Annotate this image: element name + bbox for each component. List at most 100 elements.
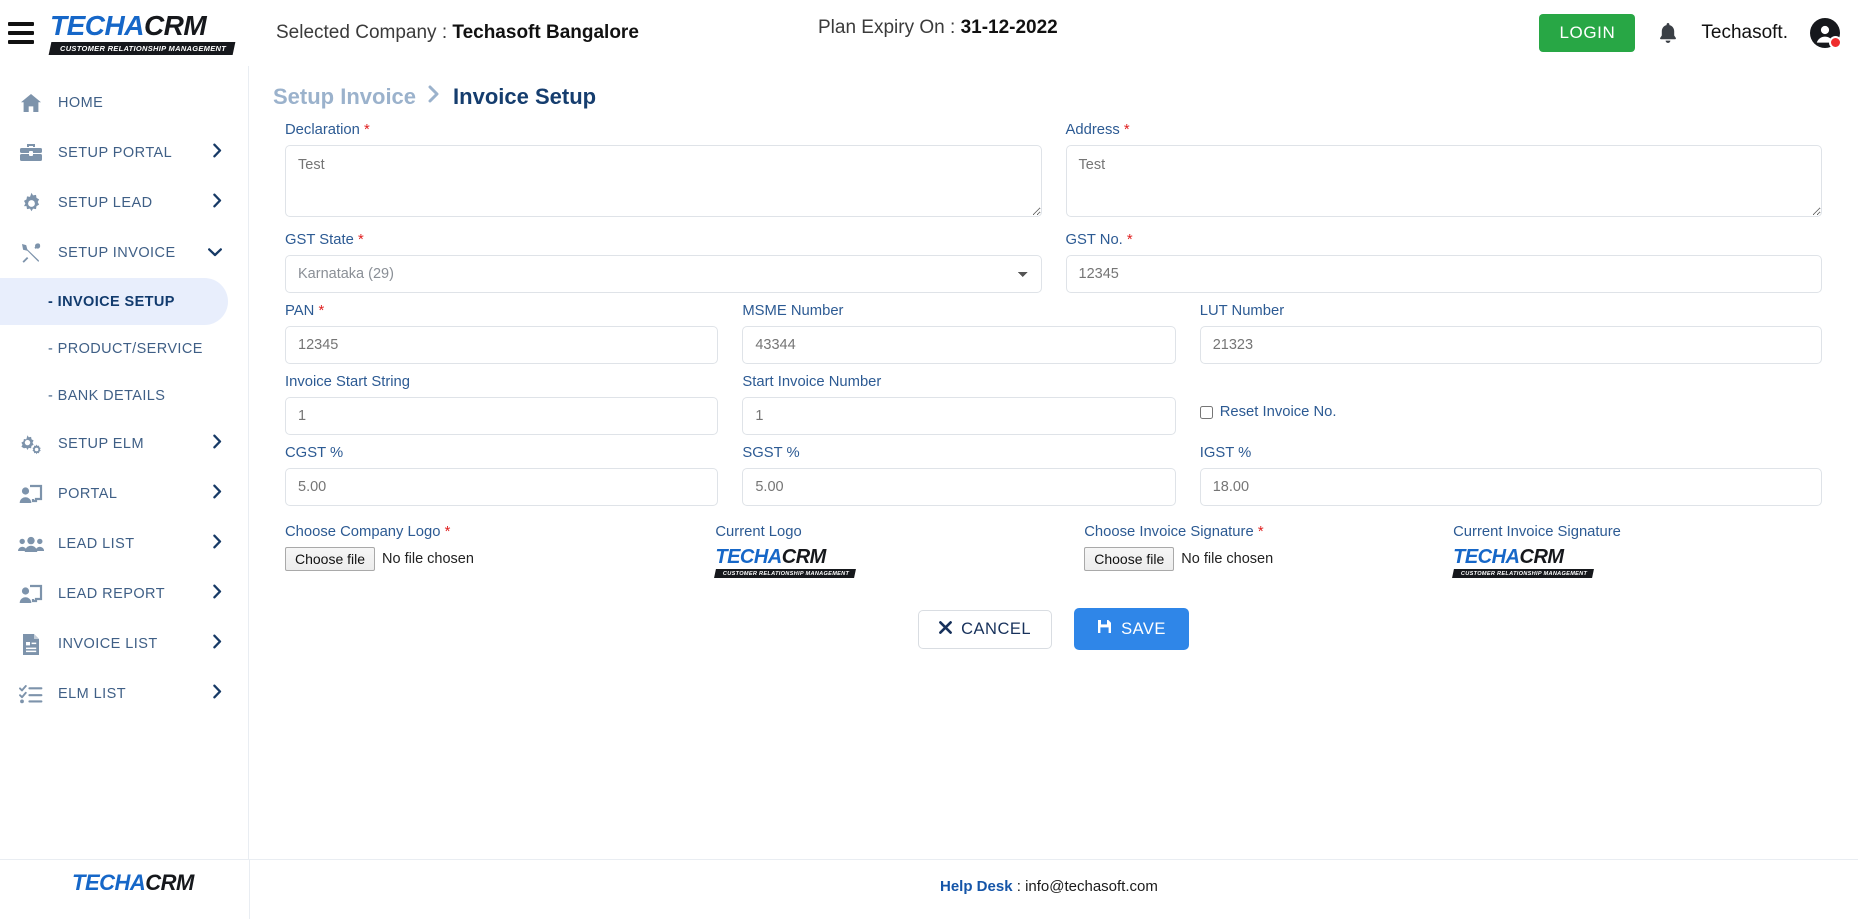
gst-state-select[interactable]: Karnataka (29) [285, 255, 1042, 293]
company-logo-label: Choose Company Logo * [285, 524, 451, 540]
breadcrumb-parent[interactable]: Setup Invoice [273, 84, 416, 110]
plan-expiry-value: 31-12-2022 [960, 17, 1058, 38]
app-logo-text-primary: TECHA [50, 9, 144, 41]
field-sgst: SGST % [730, 445, 1187, 506]
form-row-declaration-address: Declaration * Address * [273, 122, 1834, 232]
footer-logo: TECHACRM [72, 870, 194, 895]
portal-user-icon [14, 581, 48, 607]
save-button[interactable]: SAVE [1074, 608, 1189, 650]
cgst-input[interactable] [285, 468, 719, 506]
sidebar-item-portal[interactable]: PORTAL [0, 469, 248, 519]
reset-invoice-no-checkbox[interactable] [1199, 405, 1213, 419]
users-icon [14, 531, 48, 557]
required-marker: * [1123, 122, 1130, 138]
msme-number-label: MSME Number [742, 303, 844, 319]
cgst-label: CGST % [285, 445, 344, 461]
chevron-right-icon [213, 584, 222, 604]
close-x-icon [939, 620, 953, 639]
invoice-start-string-input[interactable] [285, 397, 719, 435]
invoice-start-string-label: Invoice Start String [285, 374, 411, 390]
declaration-textarea[interactable] [285, 145, 1042, 217]
app-logo-text: TECHACRM [50, 9, 207, 41]
field-reset-invoice-no: Reset Invoice No. [1188, 374, 1834, 435]
help-desk: Help Desk : info@techasoft.com [940, 878, 1158, 895]
msme-number-input[interactable] [742, 326, 1176, 364]
form-row-uploads: Choose Company Logo * Choose file No fil… [273, 516, 1834, 578]
checklist-icon [14, 681, 48, 707]
sidebar-item-elm-list[interactable]: ELM LIST [0, 669, 248, 719]
required-marker: * [318, 303, 325, 319]
address-textarea[interactable] [1065, 145, 1822, 217]
document-icon [14, 631, 48, 657]
start-invoice-number-input[interactable] [742, 397, 1176, 435]
form-row-pan-msme-lut: PAN * MSME Number LUT Number [273, 303, 1834, 374]
gears-icon [14, 431, 48, 457]
start-invoice-number-label: Start Invoice Number [742, 374, 882, 390]
cancel-button-label: CANCEL [961, 619, 1032, 638]
footer-divider [249, 860, 250, 919]
chevron-right-icon [213, 434, 222, 454]
sidebar-item-setup-invoice[interactable]: SETUP INVOICE [0, 228, 248, 278]
home-icon [14, 90, 48, 116]
form-actions: CANCEL SAVE [273, 608, 1834, 650]
field-gst-state: GST State * Karnataka (29) [273, 232, 1054, 293]
sgst-input[interactable] [742, 468, 1176, 506]
igst-input[interactable] [1199, 468, 1822, 506]
sidebar-item-bank-details[interactable]: - BANK DETAILS [0, 372, 248, 419]
sidebar-subitem-label: - BANK DETAILS [48, 387, 166, 404]
cancel-button[interactable]: CANCEL [918, 609, 1053, 649]
field-address: Address * [1054, 122, 1835, 222]
user-avatar-icon[interactable] [1810, 18, 1842, 49]
sidebar-item-setup-portal[interactable]: SETUP PORTAL [0, 128, 248, 178]
chevron-right-icon [213, 534, 222, 554]
invoice-signature-choose-file-button[interactable]: Choose file [1084, 547, 1175, 571]
sidebar-item-setup-elm[interactable]: SETUP ELM [0, 419, 248, 469]
help-desk-email[interactable]: info@techasoft.com [1025, 878, 1158, 895]
invoice-signature-file-input[interactable]: Choose file No file chosen [1084, 547, 1453, 571]
field-declaration: Declaration * [273, 122, 1054, 222]
reset-invoice-no-label[interactable]: Reset Invoice No. [1220, 404, 1337, 420]
footer: TECHACRM Help Desk : info@techasoft.com [0, 859, 1858, 919]
company-logo-file-input[interactable]: Choose file No file chosen [285, 547, 715, 571]
help-desk-label: Help Desk [940, 878, 1013, 895]
gst-no-input[interactable] [1065, 255, 1822, 293]
field-lut-number: LUT Number [1188, 303, 1834, 364]
sidebar-item-label: ELM LIST [58, 686, 127, 702]
selected-company-label: Selected Company : [276, 22, 448, 43]
sidebar-subitem-label: - PRODUCT/SERVICE [48, 340, 203, 357]
igst-label: IGST % [1199, 445, 1252, 461]
reset-invoice-no-row[interactable]: Reset Invoice No. [1199, 404, 1822, 420]
sidebar-item-setup-lead[interactable]: SETUP LEAD [0, 178, 248, 228]
current-signature-image: TECHACRM CUSTOMER RELATIONSHIP MANAGEMEN… [1452, 547, 1822, 578]
bell-icon[interactable] [1657, 21, 1679, 45]
lut-number-input[interactable] [1199, 326, 1822, 364]
sidebar-item-label: LEAD REPORT [58, 586, 166, 602]
sidebar-item-home[interactable]: HOME [0, 78, 248, 128]
field-start-invoice-number: Start Invoice Number [730, 374, 1187, 435]
required-marker: * [444, 524, 451, 540]
chevron-right-icon [213, 634, 222, 654]
sidebar-item-lead-list[interactable]: LEAD LIST [0, 519, 248, 569]
app-logo[interactable]: TECHACRM CUSTOMER RELATIONSHIP MANAGEMEN… [48, 9, 250, 55]
sidebar-item-product-service[interactable]: - PRODUCT/SERVICE [0, 325, 248, 372]
sidebar-item-invoice-list[interactable]: INVOICE LIST [0, 619, 248, 669]
top-bar: TECHACRM CUSTOMER RELATIONSHIP MANAGEMEN… [0, 0, 1858, 66]
sidebar-item-label: LEAD LIST [58, 536, 135, 552]
chevron-right-icon [213, 684, 222, 704]
sgst-label: SGST % [742, 445, 800, 461]
sidebar-item-invoice-setup[interactable]: - INVOICE SETUP [0, 278, 228, 325]
login-button[interactable]: LOGIN [1539, 14, 1636, 52]
top-bar-right-group: LOGIN Techasoft. [1539, 0, 1842, 66]
pan-input[interactable] [285, 326, 719, 364]
current-logo-image: TECHACRM CUSTOMER RELATIONSHIP MANAGEMEN… [714, 547, 1084, 578]
field-msme-number: MSME Number [730, 303, 1187, 364]
company-logo-choose-file-button[interactable]: Choose file [285, 547, 376, 571]
chevron-right-icon [213, 484, 222, 504]
sidebar-item-lead-report[interactable]: LEAD REPORT [0, 569, 248, 619]
field-cgst: CGST % [273, 445, 730, 506]
field-invoice-signature: Choose Invoice Signature * Choose file N… [1084, 524, 1453, 571]
plan-expiry-label: Plan Expiry On : [818, 17, 956, 38]
hamburger-menu-icon[interactable] [8, 22, 34, 44]
field-company-logo: Choose Company Logo * Choose file No fil… [285, 524, 715, 571]
breadcrumb: Setup Invoice Invoice Setup [249, 66, 1858, 116]
